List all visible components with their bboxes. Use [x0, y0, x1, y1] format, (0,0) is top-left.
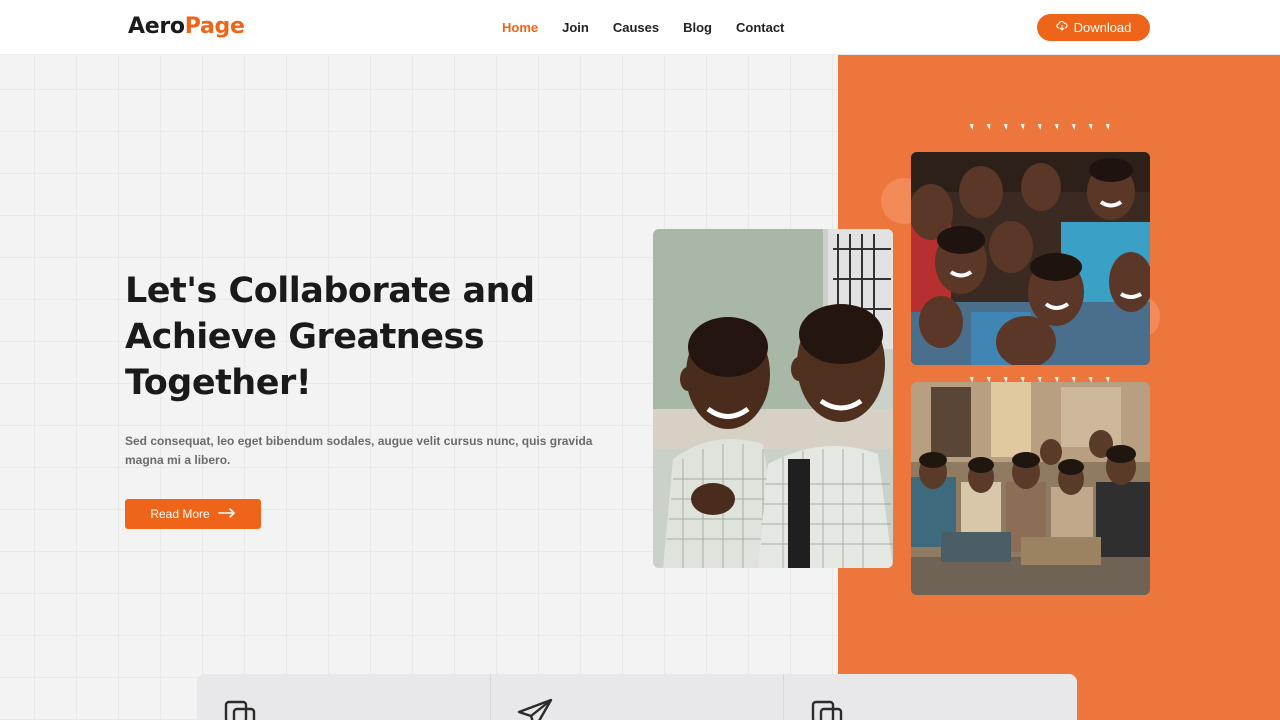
logo-text-part1: Aero — [128, 14, 185, 39]
download-label: Download — [1073, 20, 1132, 35]
copy-icon — [810, 698, 846, 720]
feature-cards — [197, 674, 1077, 720]
download-button[interactable]: Download — [1037, 14, 1150, 41]
hero-title-line-2: Achieve Greatness — [125, 317, 485, 357]
hero-title: Let's Collaborate and Achieve Greatness … — [125, 268, 545, 406]
arrow-right-icon — [217, 507, 236, 521]
main-nav: Home Join Causes Blog Contact — [502, 20, 808, 35]
site-header: AeroPage Home Join Causes Blog Contact D… — [0, 0, 1280, 55]
logo[interactable]: AeroPage — [128, 14, 245, 39]
copy-icon — [223, 698, 259, 720]
hero-title-line-3: Together! — [125, 363, 312, 403]
paper-plane-icon — [517, 698, 553, 720]
cloud-download-icon — [1055, 20, 1068, 35]
read-more-button[interactable]: Read More — [125, 499, 261, 529]
two-boys-smiling-photo — [653, 229, 893, 568]
nav-item-causes[interactable]: Causes — [613, 20, 659, 35]
decorative-marks-top — [968, 124, 1110, 130]
hero-description: Sed consequat, leo eget bibendum sodales… — [125, 434, 593, 467]
nav-item-blog[interactable]: Blog — [683, 20, 712, 35]
feature-card-1[interactable] — [197, 674, 491, 720]
children-sitting-classroom-photo — [911, 382, 1150, 595]
feature-card-3[interactable] — [784, 674, 1077, 720]
nav-item-contact[interactable]: Contact — [736, 20, 784, 35]
nav-item-join[interactable]: Join — [562, 20, 589, 35]
feature-card-2[interactable] — [491, 674, 785, 720]
group-of-children-photo — [911, 152, 1150, 365]
read-more-label: Read More — [150, 507, 210, 521]
logo-text-part2: Page — [184, 14, 245, 39]
hero-title-line-1: Let's Collaborate and — [125, 271, 535, 311]
nav-item-home[interactable]: Home — [502, 20, 538, 35]
